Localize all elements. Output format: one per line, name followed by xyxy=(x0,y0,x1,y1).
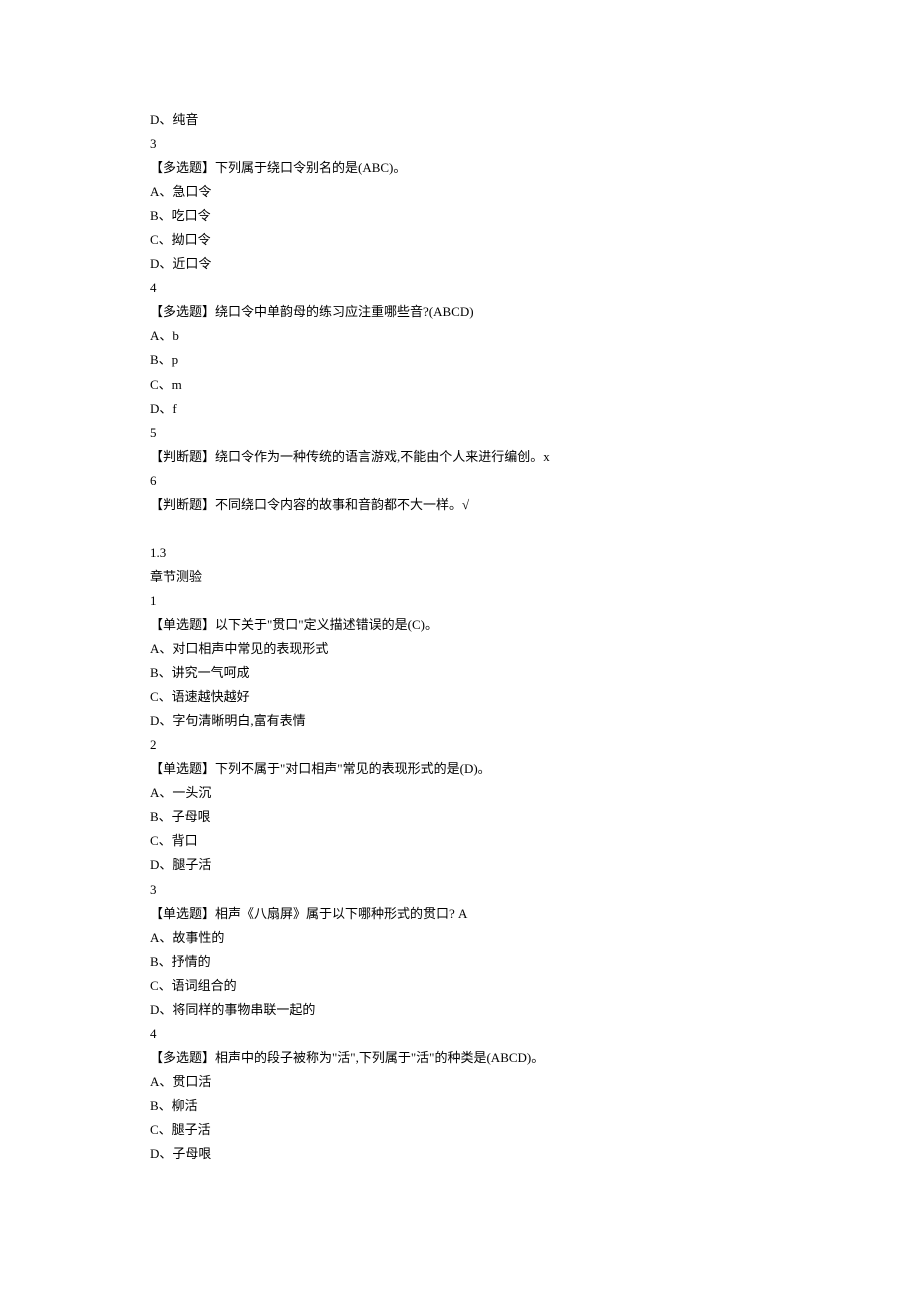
option-b: B、吃口令 xyxy=(150,204,770,228)
option-d: D、腿子活 xyxy=(150,853,770,877)
option-b: B、柳活 xyxy=(150,1094,770,1118)
question-number: 3 xyxy=(150,132,770,156)
option-c: C、腿子活 xyxy=(150,1118,770,1142)
question-number: 5 xyxy=(150,421,770,445)
question-number: 4 xyxy=(150,1022,770,1046)
question-number: 4 xyxy=(150,276,770,300)
section-title: 章节测验 xyxy=(150,565,770,589)
option-d: D、f xyxy=(150,397,770,421)
option-b: B、子母哏 xyxy=(150,805,770,829)
question-stem: 【单选题】以下关于"贯口"定义描述错误的是(C)。 xyxy=(150,613,770,637)
question-number: 2 xyxy=(150,733,770,757)
option-d: D、字句清晰明白,富有表情 xyxy=(150,709,770,733)
blank-line xyxy=(150,517,770,541)
question-stem: 【单选题】下列不属于"对口相声"常见的表现形式的是(D)。 xyxy=(150,757,770,781)
option-c: C、m xyxy=(150,373,770,397)
question-stem: 【判断题】绕口令作为一种传统的语言游戏,不能由个人来进行编创。x xyxy=(150,445,770,469)
question-number: 6 xyxy=(150,469,770,493)
option-c: C、背口 xyxy=(150,829,770,853)
option-c: C、语词组合的 xyxy=(150,974,770,998)
question-stem: 【多选题】相声中的段子被称为"活",下列属于"活"的种类是(ABCD)。 xyxy=(150,1046,770,1070)
question-number: 1 xyxy=(150,589,770,613)
option-a: A、b xyxy=(150,324,770,348)
option-a: A、对口相声中常见的表现形式 xyxy=(150,637,770,661)
option-a: A、一头沉 xyxy=(150,781,770,805)
option-c: C、语速越快越好 xyxy=(150,685,770,709)
question-number: 3 xyxy=(150,878,770,902)
option-d: D、子母哏 xyxy=(150,1142,770,1166)
section-number: 1.3 xyxy=(150,541,770,565)
text-line: D、纯音 xyxy=(150,108,770,132)
option-b: B、讲究一气呵成 xyxy=(150,661,770,685)
document-page: D、纯音 3 【多选题】下列属于绕口令别名的是(ABC)。 A、急口令 B、吃口… xyxy=(0,0,920,1302)
option-b: B、抒情的 xyxy=(150,950,770,974)
option-c: C、拗口令 xyxy=(150,228,770,252)
option-d: D、将同样的事物串联一起的 xyxy=(150,998,770,1022)
question-stem: 【多选题】绕口令中单韵母的练习应注重哪些音?(ABCD) xyxy=(150,300,770,324)
option-a: A、急口令 xyxy=(150,180,770,204)
option-d: D、近口令 xyxy=(150,252,770,276)
question-stem: 【判断题】不同绕口令内容的故事和音韵都不大一样。√ xyxy=(150,493,770,517)
option-a: A、贯口活 xyxy=(150,1070,770,1094)
question-stem: 【多选题】下列属于绕口令别名的是(ABC)。 xyxy=(150,156,770,180)
option-b: B、p xyxy=(150,348,770,372)
question-stem: 【单选题】相声《八扇屏》属于以下哪种形式的贯口? A xyxy=(150,902,770,926)
option-a: A、故事性的 xyxy=(150,926,770,950)
